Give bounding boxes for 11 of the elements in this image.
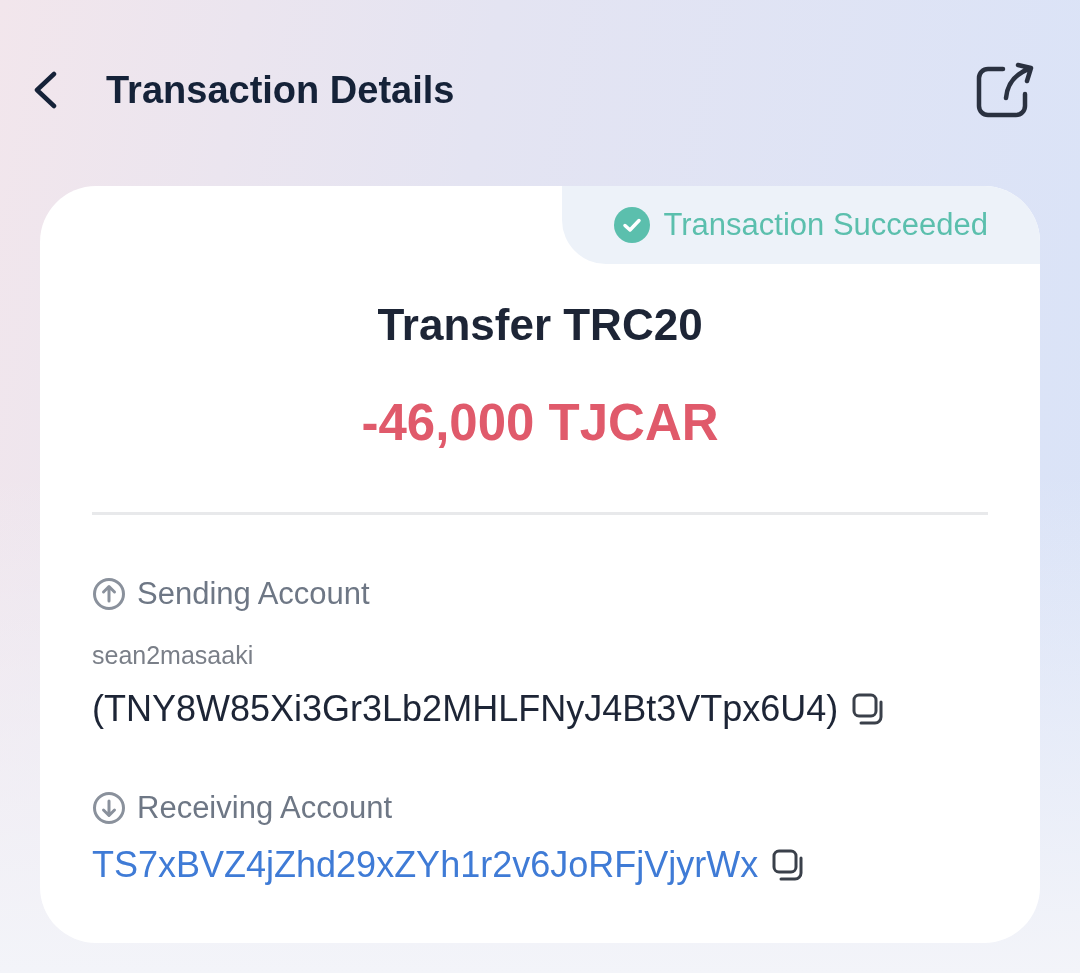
account-label: Sending Account bbox=[137, 577, 370, 611]
status-label: Transaction Succeeded bbox=[663, 207, 988, 243]
page-title: Transaction Details bbox=[106, 68, 456, 112]
account-label: Receiving Account bbox=[137, 791, 393, 825]
account-address[interactable]: TS7xBVZ4jZhd29xZYh1r2v6JoRFjVjyrWx bbox=[92, 845, 759, 885]
transaction-type: Transfer TRC20 bbox=[376, 301, 704, 349]
back-chevron-icon[interactable] bbox=[32, 71, 58, 109]
account-address: (TNY8W85Xi3Gr3Lb2MHLFNyJ4Bt3VTpx6U4) bbox=[92, 689, 839, 729]
share-icon[interactable] bbox=[976, 62, 1036, 118]
account-name: sean2masaaki bbox=[92, 641, 255, 669]
transaction-amount: -46,000 TJCAR bbox=[360, 395, 720, 451]
